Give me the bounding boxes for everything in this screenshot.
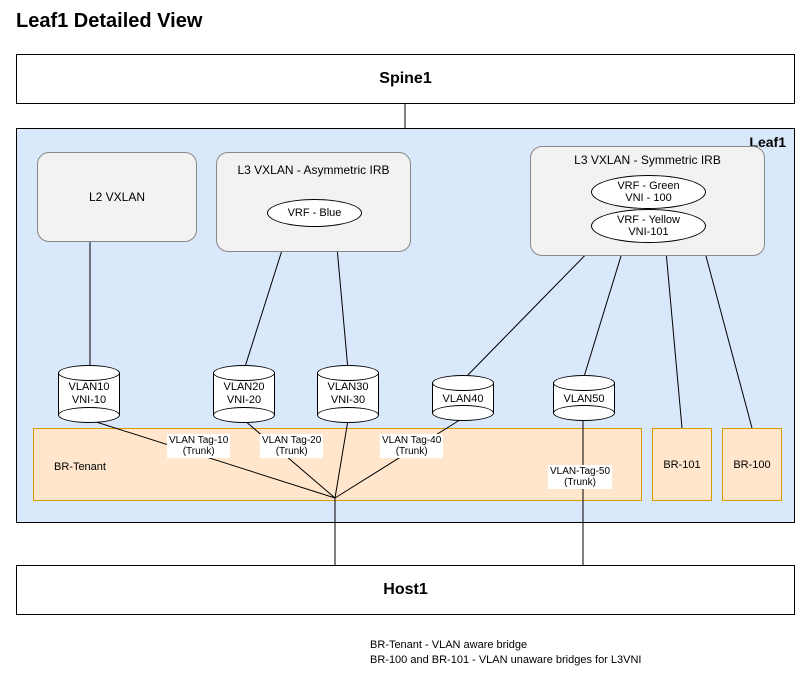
vlan50-cylinder: VLAN50 [553, 375, 615, 421]
footnote-block: BR-Tenant - VLAN aware bridge BR-100 and… [370, 638, 641, 669]
vlan-tag-40-label: VLAN Tag-40 (Trunk) [380, 434, 443, 458]
vlan30-label: VLAN30 VNI-30 [317, 381, 379, 406]
vlan40-cylinder: VLAN40 [432, 375, 494, 421]
vrf-yellow-label: VRF - Yellow VNI-101 [617, 214, 680, 238]
br-101-box: BR-101 [652, 428, 712, 501]
spine-label: Spine1 [17, 70, 794, 88]
host-box: Host1 [16, 565, 795, 615]
l3-asym-box: L3 VXLAN - Asymmetric IRB VRF - Blue [216, 152, 411, 252]
vlan-tag-50-label: VLAN-Tag-50 (Trunk) [548, 465, 612, 489]
host-label: Host1 [17, 581, 794, 599]
spine-box: Spine1 [16, 54, 795, 104]
vrf-blue-ellipse: VRF - Blue [267, 199, 362, 227]
l3-sym-label: L3 VXLAN - Symmetric IRB [531, 147, 764, 167]
l2-vxlan-box: L2 VXLAN [37, 152, 197, 242]
br-100-label: BR-100 [733, 459, 770, 471]
footnote-line2: BR-100 and BR-101 - VLAN unaware bridges… [370, 653, 641, 668]
vrf-yellow-ellipse: VRF - Yellow VNI-101 [591, 209, 706, 243]
vrf-green-ellipse: VRF - Green VNI - 100 [591, 175, 706, 209]
vlan20-label: VLAN20 VNI-20 [213, 381, 275, 406]
vlan20-cylinder: VLAN20 VNI-20 [213, 365, 275, 423]
vlan50-label: VLAN50 [553, 393, 615, 406]
br-101-label: BR-101 [663, 459, 700, 471]
l2-vxlan-label: L2 VXLAN [89, 190, 145, 204]
vlan10-cylinder: VLAN10 VNI-10 [58, 365, 120, 423]
l3-asym-label: L3 VXLAN - Asymmetric IRB [217, 153, 410, 177]
vrf-blue-label: VRF - Blue [288, 207, 342, 219]
vlan10-label: VLAN10 VNI-10 [58, 381, 120, 406]
page-title: Leaf1 Detailed View [16, 10, 202, 33]
vlan-tag-20-label: VLAN Tag-20 (Trunk) [260, 434, 323, 458]
vrf-green-label: VRF - Green VNI - 100 [617, 180, 679, 204]
vlan30-cylinder: VLAN30 VNI-30 [317, 365, 379, 423]
l3-sym-box: L3 VXLAN - Symmetric IRB VRF - Green VNI… [530, 146, 765, 256]
br-100-box: BR-100 [722, 428, 782, 501]
vlan-tag-10-label: VLAN Tag-10 (Trunk) [167, 434, 230, 458]
vlan40-label: VLAN40 [432, 393, 494, 406]
footnote-line1: BR-Tenant - VLAN aware bridge [370, 638, 641, 653]
br-tenant-label: BR-Tenant [54, 461, 106, 473]
